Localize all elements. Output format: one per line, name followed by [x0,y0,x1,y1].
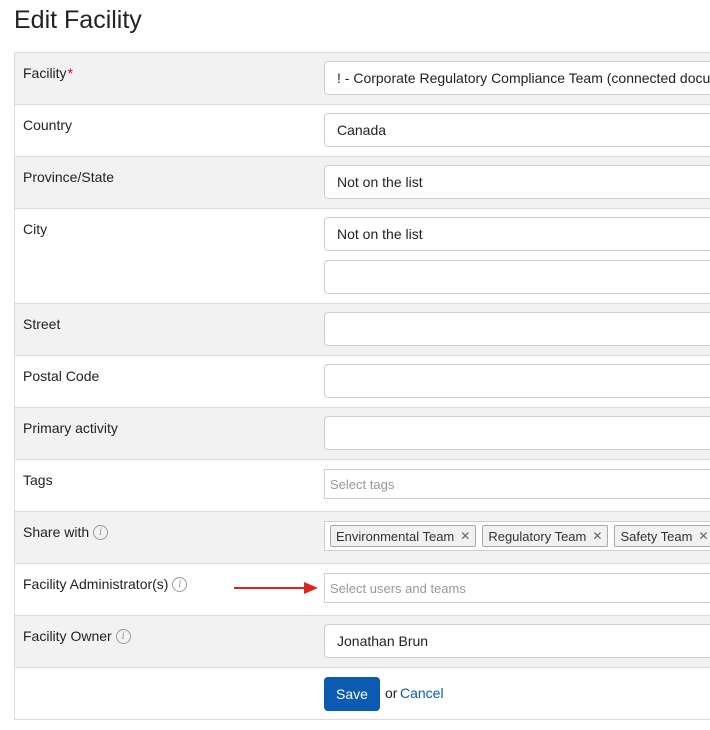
street-input[interactable] [324,312,710,346]
share-chip: Safety Team ✕ [614,525,710,547]
facility-label-text: Facility [23,65,67,81]
province-label: Province/State [23,169,115,185]
city-label: City [23,221,48,237]
facility-admins-label: Facility Administrator(s) i [23,576,188,592]
close-icon[interactable]: ✕ [460,529,470,543]
facility-admins-label-text: Facility Administrator(s) [23,576,169,592]
share-chip: Environmental Team ✕ [330,525,477,547]
province-select[interactable]: Not on the list [324,165,710,199]
row-facility-owner: Facility Owner i Jonathan Brun [15,616,710,668]
primary-activity-label: Primary activity [23,420,118,436]
close-icon[interactable]: ✕ [592,529,602,543]
share-chip: Regulatory Team ✕ [482,525,609,547]
row-street: Street [15,304,710,356]
postal-code-label: Postal Code [23,368,100,384]
postal-code-input[interactable] [324,364,710,398]
row-primary-activity: Primary activity [15,408,710,460]
chip-label: Safety Team [620,528,693,544]
facility-form: Facility * ! - Corporate Regulatory Compl… [14,52,710,720]
row-province: Province/State Not on the list [15,157,710,209]
row-city: City Not on the list [15,209,710,304]
cancel-link[interactable]: Cancel [400,685,444,701]
red-arrow-icon [234,582,318,594]
row-facility-admins: Facility Administrator(s) i Select users… [15,564,710,616]
city-other-input[interactable] [324,260,710,294]
page-title: Edit Facility [14,6,142,34]
country-select[interactable]: Canada [324,113,710,147]
share-with-input[interactable]: Environmental Team ✕ Regulatory Team ✕ Saf… [324,521,710,551]
tags-input[interactable]: Select tags [324,469,710,499]
row-postal-code: Postal Code [15,356,710,408]
info-icon[interactable]: i [172,576,188,592]
facility-field[interactable]: ! - Corporate Regulatory Compliance Team… [324,61,710,95]
primary-activity-input[interactable] [324,416,710,450]
facility-owner-select[interactable]: Jonathan Brun [324,624,710,658]
info-icon[interactable]: i [93,524,109,540]
facility-owner-label-text: Facility Owner [23,628,112,644]
row-share-with: Share with i Environmental Team ✕ Regulat… [15,512,710,564]
city-select[interactable]: Not on the list [324,217,710,251]
facility-label: Facility * [23,65,73,81]
row-facility: Facility * ! - Corporate Regulatory Compl… [15,53,710,105]
share-with-label-text: Share with [23,524,90,540]
row-actions: Save or Cancel [15,668,710,720]
tags-label: Tags [23,472,53,488]
close-icon[interactable]: ✕ [698,529,708,543]
row-country: Country Canada [15,105,710,157]
required-mark: * [67,65,74,81]
facility-owner-label: Facility Owner i [23,628,131,644]
info-icon[interactable]: i [115,628,131,644]
country-label: Country [23,117,73,133]
or-text: or [385,685,398,701]
row-tags: Tags Select tags [15,460,710,512]
street-label: Street [23,316,61,332]
chip-label: Environmental Team [336,528,455,544]
chip-label: Regulatory Team [488,528,587,544]
save-button[interactable]: Save [324,677,380,711]
facility-admins-input[interactable]: Select users and teams [324,573,710,603]
share-with-label: Share with i [23,524,109,540]
